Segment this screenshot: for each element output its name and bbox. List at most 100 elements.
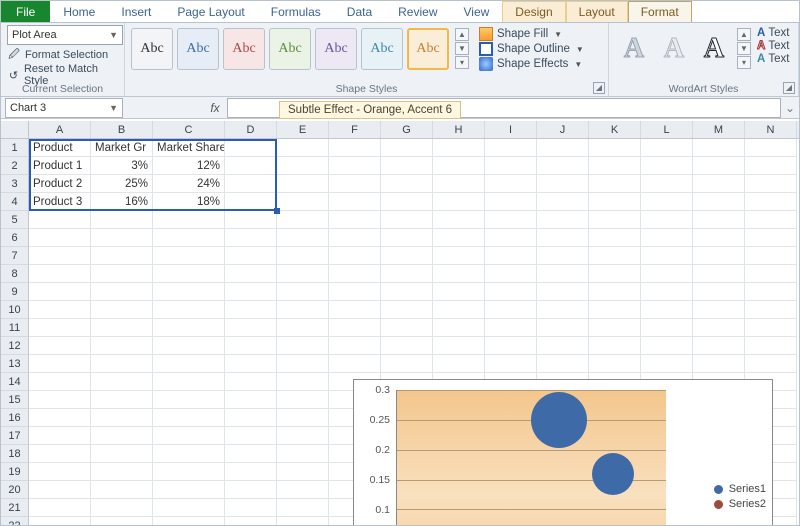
cell[interactable] bbox=[537, 175, 589, 193]
cell[interactable] bbox=[225, 427, 277, 445]
cell[interactable] bbox=[433, 139, 485, 157]
cell[interactable] bbox=[225, 391, 277, 409]
cell[interactable] bbox=[91, 283, 153, 301]
cell[interactable] bbox=[29, 409, 91, 427]
cell[interactable] bbox=[277, 499, 329, 517]
cell[interactable] bbox=[91, 427, 153, 445]
cell[interactable] bbox=[153, 481, 225, 499]
tab-chart-layout[interactable]: Layout bbox=[566, 1, 628, 22]
name-box[interactable]: Chart 3 ▼ bbox=[5, 98, 123, 118]
col-header[interactable]: A bbox=[29, 121, 91, 138]
cell[interactable] bbox=[153, 301, 225, 319]
cell[interactable] bbox=[537, 265, 589, 283]
cell[interactable] bbox=[29, 301, 91, 319]
tab-data[interactable]: Data bbox=[334, 1, 385, 22]
cell[interactable] bbox=[589, 283, 641, 301]
cell[interactable] bbox=[225, 157, 277, 175]
cell[interactable]: 12% bbox=[153, 157, 225, 175]
cell[interactable] bbox=[91, 319, 153, 337]
wordart-swatch[interactable]: A bbox=[615, 28, 653, 70]
cell[interactable] bbox=[433, 319, 485, 337]
col-header[interactable]: J bbox=[537, 121, 589, 138]
cell[interactable] bbox=[277, 427, 329, 445]
cell[interactable] bbox=[485, 175, 537, 193]
cell[interactable] bbox=[589, 337, 641, 355]
cell[interactable] bbox=[277, 301, 329, 319]
legend-entry[interactable]: Series1 bbox=[714, 483, 766, 495]
cell[interactable] bbox=[329, 211, 381, 229]
cell[interactable] bbox=[91, 391, 153, 409]
row-header[interactable]: 11 bbox=[1, 319, 29, 337]
cell[interactable] bbox=[277, 283, 329, 301]
cell[interactable] bbox=[329, 355, 381, 373]
cell[interactable] bbox=[589, 301, 641, 319]
cell[interactable] bbox=[29, 247, 91, 265]
cell[interactable] bbox=[641, 283, 693, 301]
shape-style-swatch[interactable]: Abc bbox=[269, 28, 311, 70]
shape-effects-button[interactable]: Shape Effects ▼ bbox=[479, 57, 584, 71]
cell[interactable] bbox=[381, 229, 433, 247]
cell[interactable] bbox=[277, 247, 329, 265]
row-header[interactable]: 2 bbox=[1, 157, 29, 175]
cell[interactable] bbox=[381, 337, 433, 355]
cell[interactable] bbox=[153, 373, 225, 391]
cell[interactable] bbox=[29, 427, 91, 445]
cell[interactable] bbox=[537, 211, 589, 229]
cell[interactable] bbox=[153, 283, 225, 301]
cell[interactable] bbox=[277, 355, 329, 373]
cell[interactable] bbox=[537, 157, 589, 175]
shape-style-gallery[interactable]: Abc Abc Abc Abc Abc Abc Abc ▲ ▼ ▾ bbox=[131, 25, 469, 71]
cell[interactable] bbox=[745, 139, 797, 157]
cell[interactable] bbox=[329, 157, 381, 175]
tab-home[interactable]: Home bbox=[50, 1, 108, 22]
col-header[interactable]: N bbox=[745, 121, 797, 138]
cell[interactable] bbox=[329, 229, 381, 247]
cell[interactable] bbox=[745, 175, 797, 193]
cell[interactable] bbox=[693, 157, 745, 175]
cell[interactable] bbox=[641, 157, 693, 175]
cell[interactable] bbox=[153, 229, 225, 247]
cell[interactable] bbox=[329, 175, 381, 193]
worksheet-grid[interactable]: A B C D E F G H I J K L M N 1 Product Ma… bbox=[1, 121, 799, 525]
cell[interactable] bbox=[693, 139, 745, 157]
cell[interactable] bbox=[433, 211, 485, 229]
cell[interactable] bbox=[485, 355, 537, 373]
cell[interactable] bbox=[537, 139, 589, 157]
cell[interactable] bbox=[29, 373, 91, 391]
cell[interactable] bbox=[153, 391, 225, 409]
cell[interactable] bbox=[381, 319, 433, 337]
row-header[interactable]: 6 bbox=[1, 229, 29, 247]
cell[interactable] bbox=[225, 517, 277, 525]
embedded-chart[interactable]: 0.3 0.25 0.2 0.15 0.1 0.05 0 -0.05 bbox=[353, 379, 773, 525]
cell[interactable] bbox=[693, 247, 745, 265]
cell[interactable] bbox=[693, 301, 745, 319]
cell[interactable] bbox=[277, 265, 329, 283]
cell[interactable] bbox=[153, 355, 225, 373]
cell[interactable] bbox=[641, 319, 693, 337]
cell[interactable] bbox=[745, 337, 797, 355]
cell[interactable] bbox=[29, 337, 91, 355]
cell[interactable] bbox=[745, 211, 797, 229]
cell[interactable] bbox=[537, 283, 589, 301]
cell[interactable] bbox=[693, 229, 745, 247]
cell[interactable] bbox=[91, 373, 153, 391]
cell[interactable] bbox=[225, 229, 277, 247]
cell[interactable] bbox=[745, 157, 797, 175]
cell[interactable] bbox=[153, 463, 225, 481]
shape-style-swatch[interactable]: Abc bbox=[361, 28, 403, 70]
row-header[interactable]: 22 bbox=[1, 517, 29, 525]
cell[interactable] bbox=[277, 157, 329, 175]
text-effects-button[interactable]: AText E bbox=[757, 53, 792, 65]
cell[interactable] bbox=[381, 283, 433, 301]
cell[interactable] bbox=[153, 427, 225, 445]
cell[interactable] bbox=[225, 373, 277, 391]
col-header[interactable]: G bbox=[381, 121, 433, 138]
shape-style-swatch[interactable]: Abc bbox=[223, 28, 265, 70]
cell[interactable] bbox=[693, 193, 745, 211]
formula-bar-expand[interactable]: ⌄ bbox=[781, 101, 799, 115]
cell[interactable] bbox=[225, 337, 277, 355]
cell[interactable] bbox=[381, 301, 433, 319]
cell[interactable] bbox=[589, 247, 641, 265]
cell[interactable] bbox=[225, 247, 277, 265]
col-header[interactable]: D bbox=[225, 121, 277, 138]
